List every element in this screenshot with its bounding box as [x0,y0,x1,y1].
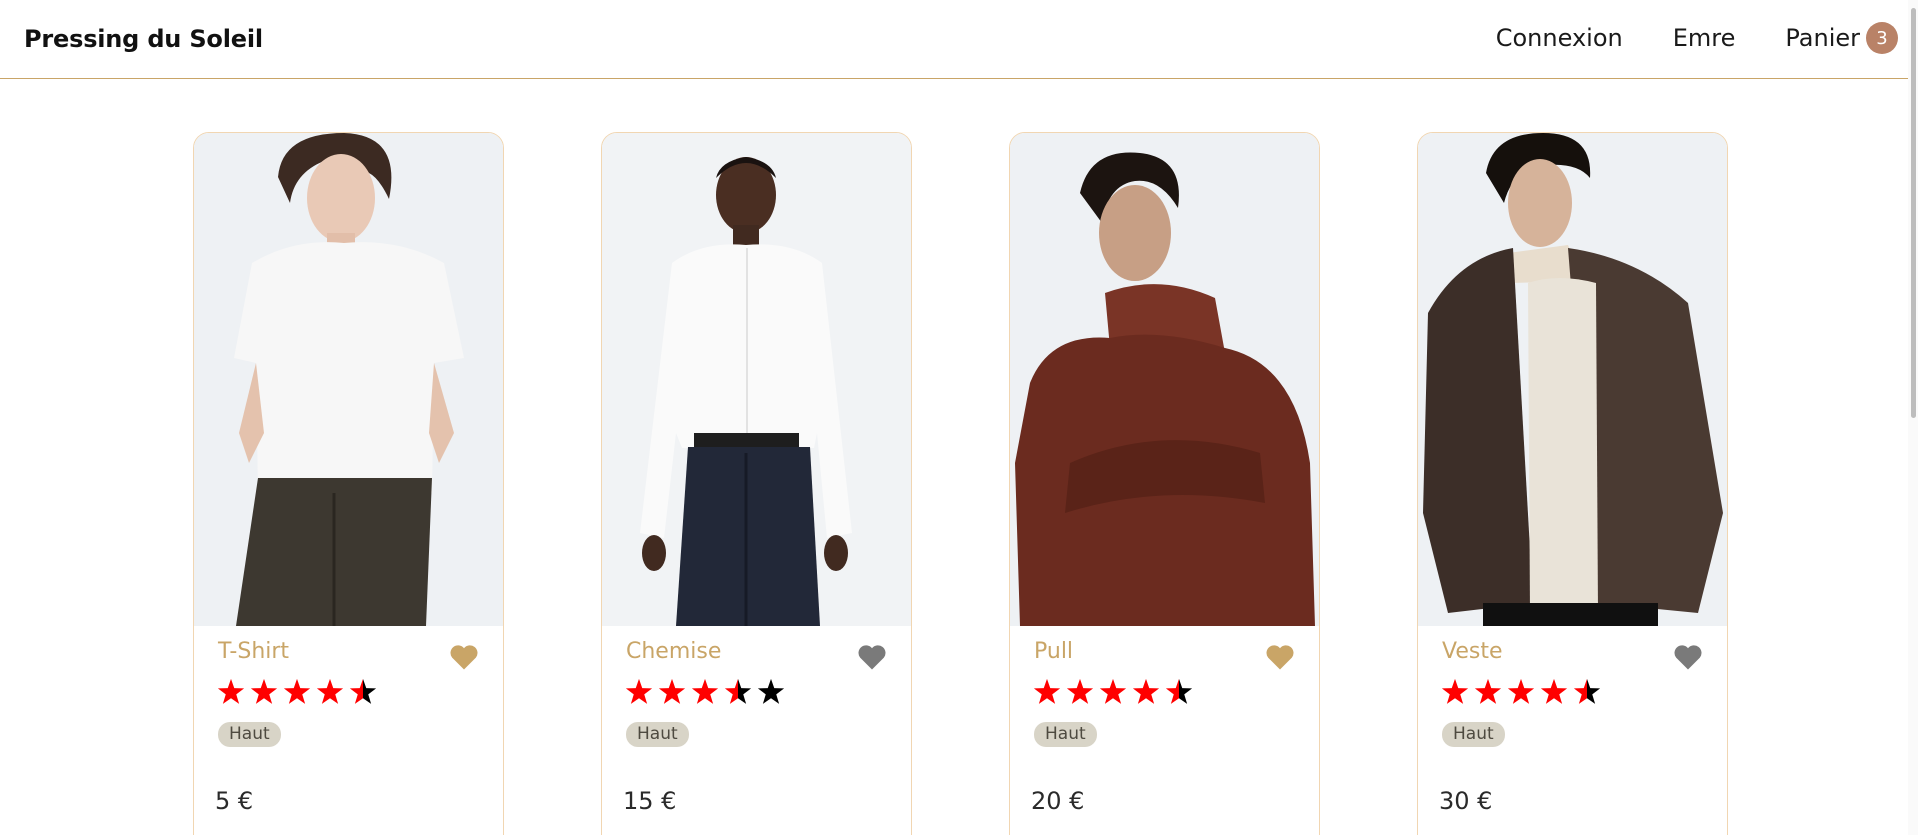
heart-icon[interactable] [1673,643,1703,671]
star-filled-icon [250,678,278,704]
star-half-icon [1573,678,1601,704]
rating-stars [216,677,381,707]
star-filled-icon [1441,678,1469,704]
star-filled-icon [1132,678,1160,704]
product-name[interactable]: Veste [1442,639,1503,664]
top-navbar: Pressing du Soleil Connexion Emre Panier… [0,0,1918,79]
category-tag: Haut [1034,722,1097,747]
heart-icon[interactable] [1265,643,1295,671]
category-tag: Haut [218,722,281,747]
product-image[interactable] [602,133,911,626]
star-filled-icon [283,678,311,704]
product-name[interactable]: Chemise [626,639,721,664]
product-grid: T-Shirt Haut 5 € Chemise Haut 15 € Pull … [0,132,1918,835]
star-filled-icon [217,678,245,704]
product-card[interactable]: T-Shirt Haut 5 € [193,132,504,835]
product-image[interactable] [1010,133,1319,626]
product-price: 20 € [1031,787,1085,815]
star-filled-icon [1474,678,1502,704]
star-half-icon [349,678,377,704]
star-filled-icon [1099,678,1127,704]
login-link[interactable]: Connexion [1496,24,1623,52]
star-empty-icon [757,678,785,704]
star-filled-icon [658,678,686,704]
star-half-icon [724,678,752,704]
cart-count-badge: 3 [1866,22,1898,54]
product-name[interactable]: Pull [1034,639,1073,664]
star-filled-icon [1540,678,1568,704]
product-image[interactable] [1418,133,1727,626]
cart-label: Panier [1785,24,1860,52]
product-card[interactable]: Veste Haut 30 € [1417,132,1728,835]
product-price: 30 € [1439,787,1493,815]
star-filled-icon [1033,678,1061,704]
category-tag: Haut [626,722,689,747]
star-filled-icon [1066,678,1094,704]
star-filled-icon [1507,678,1535,704]
rating-stars [1032,677,1197,707]
product-card[interactable]: Pull Haut 20 € [1009,132,1320,835]
star-filled-icon [691,678,719,704]
heart-icon[interactable] [449,643,479,671]
user-link[interactable]: Emre [1673,24,1736,52]
rating-stars [1440,677,1605,707]
star-half-icon [1165,678,1193,704]
main-nav: Connexion Emre Panier 3 [1446,22,1898,54]
product-price: 5 € [215,787,254,815]
star-filled-icon [316,678,344,704]
product-image[interactable] [194,133,503,626]
product-price: 15 € [623,787,677,815]
product-name[interactable]: T-Shirt [218,639,289,664]
product-card[interactable]: Chemise Haut 15 € [601,132,912,835]
cart-link[interactable]: Panier 3 [1785,22,1898,54]
brand-logo[interactable]: Pressing du Soleil [24,25,263,53]
category-tag: Haut [1442,722,1505,747]
heart-icon[interactable] [857,643,887,671]
star-filled-icon [625,678,653,704]
rating-stars [624,677,789,707]
